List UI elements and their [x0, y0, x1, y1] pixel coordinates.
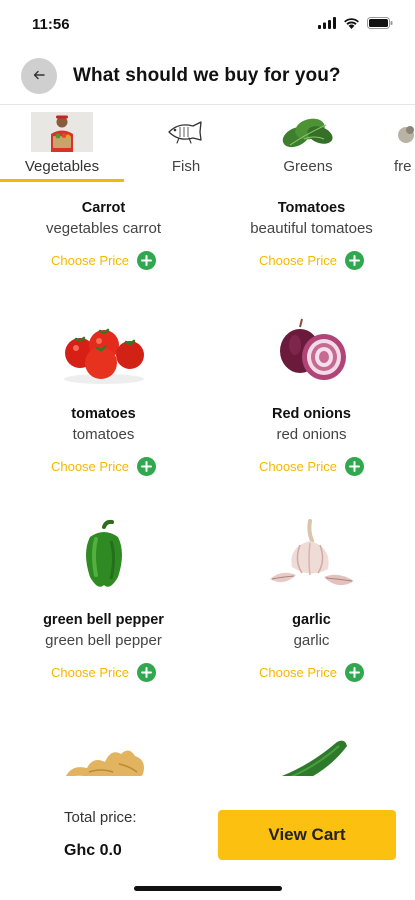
- tab-greens[interactable]: Greens: [258, 112, 358, 184]
- plus-icon: [349, 255, 361, 266]
- ginger-icon: [49, 722, 159, 776]
- header-divider: [0, 104, 415, 105]
- product-name: Carrot: [81, 200, 126, 216]
- product-description: red onions: [276, 426, 347, 443]
- page-title: What should we buy for you?: [73, 65, 341, 86]
- cart-summary-bar: Total price: Ghc 0.0 View Cart: [0, 776, 415, 900]
- product-card[interactable]: [208, 712, 415, 776]
- product-card[interactable]: [0, 712, 207, 776]
- product-description: garlic: [293, 632, 330, 649]
- status-time: 11:56: [32, 16, 70, 33]
- vendor-photo-icon: [31, 112, 93, 152]
- product-grid[interactable]: Carrot vegetables carrot Choose Price To…: [0, 184, 415, 776]
- plus-icon: [349, 667, 361, 678]
- product-name: Tomatoes: [277, 200, 346, 216]
- product-card[interactable]: Tomatoes beautiful tomatoes Choose Price: [208, 184, 415, 300]
- tab-label: Vegetables: [24, 158, 100, 175]
- product-card[interactable]: garlic garlic Choose Price: [208, 506, 415, 712]
- status-bar: 11:56: [0, 0, 415, 48]
- wifi-icon: [343, 16, 360, 34]
- view-cart-button[interactable]: View Cart: [218, 810, 396, 860]
- add-to-cart-button[interactable]: [345, 457, 365, 476]
- product-card[interactable]: green bell pepper green bell pepper Choo…: [0, 506, 207, 712]
- leafy-greens-icon: [277, 112, 339, 152]
- tab-label: Fish: [171, 158, 201, 175]
- plus-icon: [141, 255, 153, 266]
- product-card[interactable]: Carrot vegetables carrot Choose Price: [0, 184, 207, 300]
- total-price-label: Total price:: [64, 809, 137, 826]
- garlic-icon: [257, 516, 367, 598]
- app-header: What should we buy for you?: [0, 56, 415, 104]
- add-to-cart-button[interactable]: [345, 251, 365, 270]
- choose-price-row: Choose Price: [259, 251, 365, 270]
- signal-icon: [318, 16, 336, 34]
- choose-price-row: Choose Price: [259, 663, 365, 682]
- choose-price-link[interactable]: Choose Price: [51, 665, 129, 680]
- product-description: beautiful tomatoes: [250, 220, 373, 237]
- choose-price-link[interactable]: Choose Price: [259, 253, 337, 268]
- bell-pepper-icon: [49, 516, 159, 598]
- product-description: vegetables carrot: [45, 220, 162, 237]
- add-to-cart-button[interactable]: [137, 251, 157, 270]
- product-description: tomatoes: [72, 426, 135, 443]
- fish-outline-icon: [155, 112, 217, 152]
- cucumber-icon: [257, 722, 367, 776]
- plus-icon: [141, 667, 153, 678]
- choose-price-link[interactable]: Choose Price: [51, 253, 129, 268]
- carrot-icon: [49, 184, 159, 186]
- tomatoes-icon: [49, 310, 159, 392]
- choose-price-link[interactable]: Choose Price: [259, 665, 337, 680]
- home-indicator[interactable]: [134, 886, 282, 891]
- choose-price-row: Choose Price: [51, 457, 157, 476]
- product-name: Red onions: [272, 406, 351, 422]
- tomatoes-icon: [257, 184, 367, 186]
- back-button[interactable]: [21, 58, 57, 94]
- plus-icon: [349, 461, 361, 472]
- status-icons: [318, 16, 393, 34]
- choose-price-row: Choose Price: [51, 663, 157, 682]
- plus-icon: [141, 461, 153, 472]
- tab-label: Greens: [283, 158, 333, 175]
- tab-fish[interactable]: Fish: [136, 112, 236, 184]
- tab-vegetables[interactable]: Vegetables: [12, 112, 112, 184]
- tab-fruits[interactable]: fre: [384, 112, 415, 184]
- add-to-cart-button[interactable]: [137, 457, 157, 476]
- choose-price-link[interactable]: Choose Price: [259, 459, 337, 474]
- product-description: green bell pepper: [45, 632, 162, 649]
- choose-price-row: Choose Price: [51, 251, 157, 270]
- choose-price-row: Choose Price: [259, 457, 365, 476]
- product-name: green bell pepper: [43, 612, 164, 628]
- fruit-icon: [384, 112, 415, 152]
- add-to-cart-button[interactable]: [137, 663, 157, 682]
- selected-tab-indicator: [0, 179, 124, 182]
- category-tabs: Vegetables Fish Greens fre: [0, 112, 415, 184]
- choose-price-link[interactable]: Choose Price: [51, 459, 129, 474]
- arrow-left-icon: [33, 67, 45, 85]
- product-card[interactable]: Red onions red onions Choose Price: [208, 300, 415, 506]
- product-card[interactable]: tomatoes tomatoes Choose Price: [0, 300, 207, 506]
- red-onion-icon: [257, 310, 367, 392]
- add-to-cart-button[interactable]: [345, 663, 365, 682]
- tab-label: fre: [394, 158, 412, 175]
- battery-icon: [367, 16, 393, 34]
- product-name: tomatoes: [71, 406, 136, 422]
- total-price-value: Ghc 0.0: [64, 842, 122, 859]
- product-name: garlic: [292, 612, 331, 628]
